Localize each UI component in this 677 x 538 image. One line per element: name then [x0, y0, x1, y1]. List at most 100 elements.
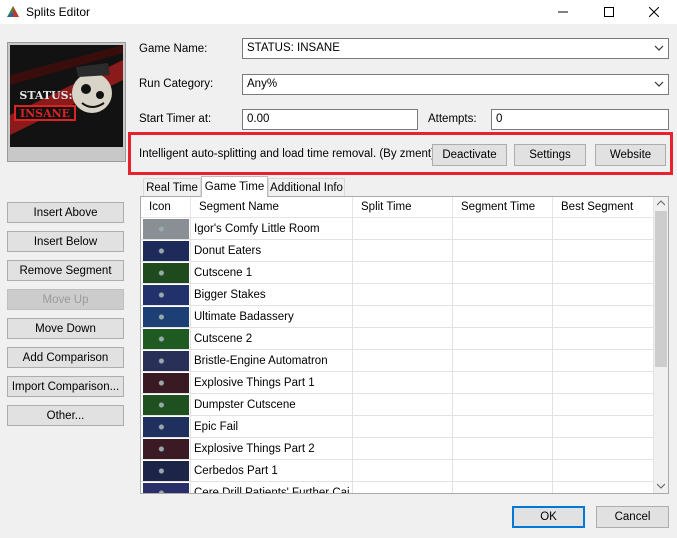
game-name-combo[interactable]: STATUS: INSANE: [242, 38, 669, 59]
table-row[interactable]: Explosive Things Part 2: [141, 438, 654, 460]
segment-icon-cell[interactable]: [141, 438, 191, 460]
segment-icon-cell[interactable]: [141, 284, 191, 306]
split-time-cell[interactable]: [353, 438, 453, 460]
maximize-button[interactable]: [586, 0, 632, 24]
best-segment-cell[interactable]: [553, 284, 654, 306]
segment-time-cell[interactable]: [453, 350, 553, 372]
scroll-down-icon[interactable]: [657, 483, 665, 489]
best-segment-cell[interactable]: [553, 218, 654, 240]
segment-icon-cell[interactable]: [141, 394, 191, 416]
move-down-button[interactable]: Move Down: [7, 318, 124, 339]
table-row[interactable]: Cere Drill Patients' Further Cai: [141, 482, 654, 493]
split-time-cell[interactable]: [353, 262, 453, 284]
split-time-cell[interactable]: [353, 482, 453, 493]
attempts-input[interactable]: 0: [491, 109, 669, 130]
split-time-cell[interactable]: [353, 284, 453, 306]
segment-icon-cell[interactable]: [141, 306, 191, 328]
split-time-cell[interactable]: [353, 350, 453, 372]
column-header-best-segment[interactable]: Best Segment: [553, 197, 654, 218]
best-segment-cell[interactable]: [553, 350, 654, 372]
split-time-cell[interactable]: [353, 372, 453, 394]
cancel-button[interactable]: Cancel: [596, 506, 669, 528]
best-segment-cell[interactable]: [553, 482, 654, 493]
split-time-cell[interactable]: [353, 416, 453, 438]
segment-time-cell[interactable]: [453, 460, 553, 482]
segment-name-cell[interactable]: Cutscene 1: [191, 262, 353, 284]
segment-name-cell[interactable]: Ultimate Badassery: [191, 306, 353, 328]
import-comparison-button[interactable]: Import Comparison...: [7, 376, 124, 397]
segment-name-cell[interactable]: Bigger Stakes: [191, 284, 353, 306]
segment-time-cell[interactable]: [453, 438, 553, 460]
website-button[interactable]: Website: [595, 144, 666, 166]
best-segment-cell[interactable]: [553, 240, 654, 262]
table-row[interactable]: Igor's Comfy Little Room: [141, 218, 654, 240]
insert-below-button[interactable]: Insert Below: [7, 231, 124, 252]
table-row[interactable]: Donut Eaters: [141, 240, 654, 262]
segment-name-cell[interactable]: Dumpster Cutscene: [191, 394, 353, 416]
segment-time-cell[interactable]: [453, 372, 553, 394]
scrollbar-thumb[interactable]: [655, 211, 667, 367]
table-row[interactable]: Explosive Things Part 1: [141, 372, 654, 394]
split-time-cell[interactable]: [353, 460, 453, 482]
table-row[interactable]: Cutscene 2: [141, 328, 654, 350]
segment-time-cell[interactable]: [453, 394, 553, 416]
segment-time-cell[interactable]: [453, 306, 553, 328]
best-segment-cell[interactable]: [553, 328, 654, 350]
segment-icon-cell[interactable]: [141, 218, 191, 240]
best-segment-cell[interactable]: [553, 438, 654, 460]
segment-icon-cell[interactable]: [141, 372, 191, 394]
table-row[interactable]: Dumpster Cutscene: [141, 394, 654, 416]
table-row[interactable]: Bristle-Engine Automatron: [141, 350, 654, 372]
segment-time-cell[interactable]: [453, 240, 553, 262]
segment-time-cell[interactable]: [453, 482, 553, 493]
best-segment-cell[interactable]: [553, 372, 654, 394]
game-cover-image[interactable]: STATUS: INSANE: [7, 42, 126, 162]
segment-icon-cell[interactable]: [141, 240, 191, 262]
split-time-cell[interactable]: [353, 240, 453, 262]
split-time-cell[interactable]: [353, 218, 453, 240]
segment-time-cell[interactable]: [453, 284, 553, 306]
segment-icon-cell[interactable]: [141, 460, 191, 482]
remove-segment-button[interactable]: Remove Segment: [7, 260, 124, 281]
add-comparison-button[interactable]: Add Comparison: [7, 347, 124, 368]
best-segment-cell[interactable]: [553, 394, 654, 416]
start-timer-input[interactable]: 0.00: [242, 109, 418, 130]
column-header-segment-name[interactable]: Segment Name: [191, 197, 353, 218]
segment-time-cell[interactable]: [453, 262, 553, 284]
table-row[interactable]: Cerbedos Part 1: [141, 460, 654, 482]
split-time-cell[interactable]: [353, 306, 453, 328]
split-time-cell[interactable]: [353, 328, 453, 350]
column-header-split-time[interactable]: Split Time: [353, 197, 453, 218]
segment-name-cell[interactable]: Cere Drill Patients' Further Cai: [191, 482, 353, 493]
table-row[interactable]: Bigger Stakes: [141, 284, 654, 306]
minimize-button[interactable]: [540, 0, 586, 24]
table-row[interactable]: Ultimate Badassery: [141, 306, 654, 328]
best-segment-cell[interactable]: [553, 306, 654, 328]
segment-time-cell[interactable]: [453, 416, 553, 438]
tab-additional-info[interactable]: Additional Info: [268, 178, 345, 196]
segment-time-cell[interactable]: [453, 328, 553, 350]
segment-name-cell[interactable]: Igor's Comfy Little Room: [191, 218, 353, 240]
close-button[interactable]: [631, 0, 677, 24]
move-up-button[interactable]: Move Up: [7, 289, 124, 310]
ok-button[interactable]: OK: [512, 506, 585, 528]
segment-icon-cell[interactable]: [141, 328, 191, 350]
table-row[interactable]: Cutscene 1: [141, 262, 654, 284]
table-row[interactable]: Epic Fail: [141, 416, 654, 438]
run-category-combo[interactable]: Any%: [242, 74, 669, 95]
segment-icon-cell[interactable]: [141, 482, 191, 493]
segment-name-cell[interactable]: Bristle-Engine Automatron: [191, 350, 353, 372]
segment-icon-cell[interactable]: [141, 416, 191, 438]
segment-name-cell[interactable]: Cutscene 2: [191, 328, 353, 350]
deactivate-button[interactable]: Deactivate: [432, 144, 507, 166]
best-segment-cell[interactable]: [553, 262, 654, 284]
segment-name-cell[interactable]: Explosive Things Part 1: [191, 372, 353, 394]
settings-button[interactable]: Settings: [514, 144, 586, 166]
best-segment-cell[interactable]: [553, 416, 654, 438]
tab-game-time[interactable]: Game Time: [201, 176, 268, 197]
insert-above-button[interactable]: Insert Above: [7, 202, 124, 223]
column-header-icon[interactable]: Icon: [141, 197, 191, 218]
segment-icon-cell[interactable]: [141, 262, 191, 284]
segment-name-cell[interactable]: Cerbedos Part 1: [191, 460, 353, 482]
tab-real-time[interactable]: Real Time: [143, 178, 201, 196]
